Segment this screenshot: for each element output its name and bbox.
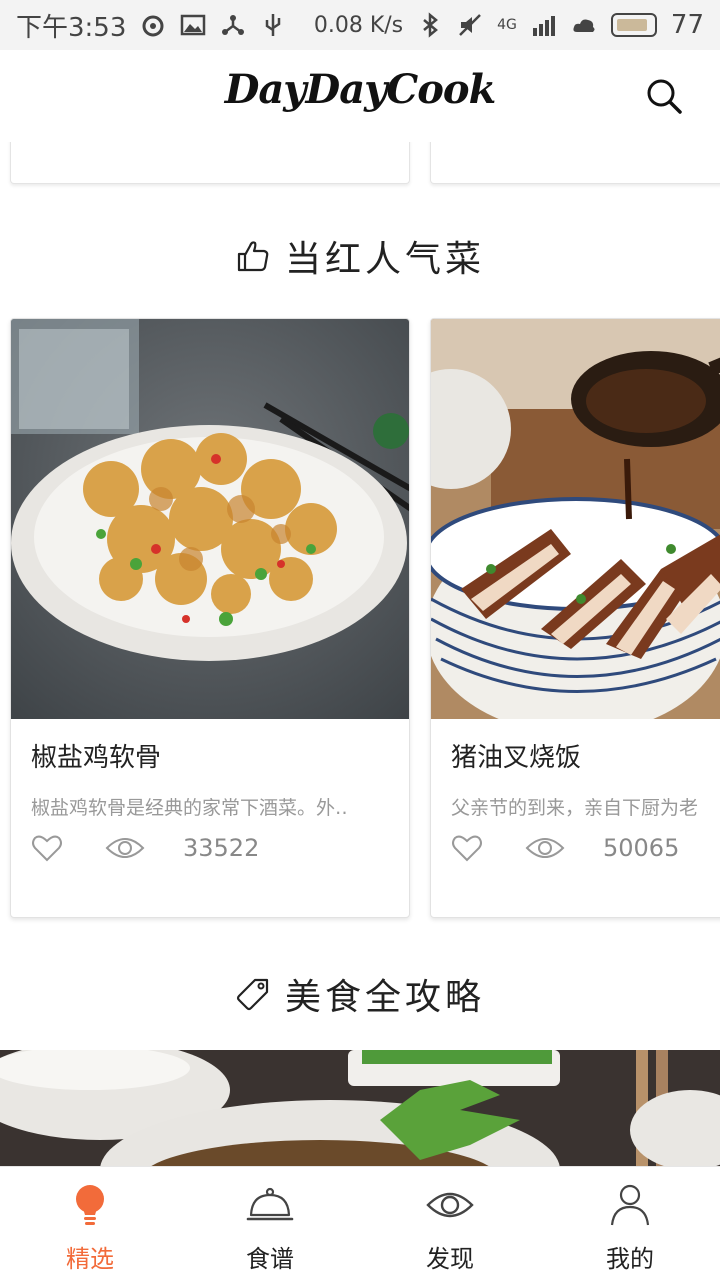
recipe-title[interactable]: 猪油叉烧饭 [451, 737, 581, 774]
tab-featured[interactable]: 精选 [0, 1167, 180, 1280]
section-guide-header: 美食全攻略 [0, 968, 720, 1020]
cloud-icon [573, 19, 595, 32]
recipe-stats: 33522 [31, 833, 259, 863]
eye-icon [105, 838, 145, 858]
heart-icon[interactable] [31, 833, 63, 863]
heart-icon[interactable] [451, 833, 483, 863]
recipe-title[interactable]: 椒盐鸡软骨 [31, 737, 161, 774]
image-icon [181, 14, 206, 36]
recipe-card[interactable]: 椒盐鸡软骨 椒盐鸡软骨是经典的家常下酒菜。外‥ 33522 [10, 318, 410, 918]
guide-banner-image[interactable] [0, 1050, 720, 1166]
content-feed[interactable]: 当红人气菜 椒盐鸡软骨 椒盐鸡软骨是经典的家常下酒菜。外‥ 33522 猪油叉烧… [0, 142, 720, 1166]
status-time: 下午3:53 [16, 12, 127, 43]
share-icon [222, 15, 245, 35]
bottom-tab-bar: 精选 食谱 发现 我的 [0, 1166, 720, 1280]
section-title: 美食全攻略 [284, 977, 485, 1018]
recipe-card[interactable]: 猪油叉烧饭 父亲节的到来，亲自下厨为老 50065 [430, 318, 720, 918]
usb-icon [266, 14, 281, 36]
tag-icon [236, 978, 269, 1011]
recipe-image[interactable] [431, 319, 720, 719]
eye-icon [525, 838, 565, 858]
tab-recipes[interactable]: 食谱 [180, 1167, 360, 1280]
search-icon[interactable] [644, 76, 684, 116]
bluetooth-icon [423, 12, 439, 38]
view-count: 33522 [183, 834, 260, 862]
app-logo: DayDayCook [224, 66, 497, 113]
tab-label: 食谱 [246, 1245, 294, 1273]
signal-icon [532, 16, 555, 36]
recipe-description: 父亲节的到来，亲自下厨为老 [451, 797, 699, 819]
tab-discover[interactable]: 发现 [360, 1167, 540, 1280]
battery-level: 77 [670, 10, 704, 40]
view-count: 50065 [603, 834, 680, 862]
status-bar: 下午3:53 0.08 K/s 4G 77 [0, 0, 720, 50]
previous-card[interactable] [430, 142, 720, 184]
section-title: 当红人气菜 [284, 239, 485, 280]
previous-card[interactable] [10, 142, 410, 184]
cloche-icon [246, 1187, 294, 1221]
network-speed: 0.08 K/s [313, 12, 404, 38]
weibo-icon [142, 15, 164, 37]
tab-profile[interactable]: 我的 [540, 1167, 720, 1280]
tab-label: 发现 [426, 1245, 474, 1273]
app-header: DayDayCook [0, 50, 720, 142]
recipe-description: 椒盐鸡软骨是经典的家常下酒菜。外‥ [31, 797, 348, 819]
recipe-image[interactable] [11, 319, 409, 719]
thumbs-up-icon [237, 241, 269, 272]
mute-icon [459, 14, 482, 36]
person-icon [610, 1184, 650, 1226]
eye-icon [426, 1192, 474, 1218]
lightbulb-icon [76, 1185, 104, 1225]
recipe-stats: 50065 [451, 833, 679, 863]
signal-label: 4G [497, 17, 517, 33]
section-popular-header: 当红人气菜 [0, 230, 720, 282]
battery-icon [610, 13, 657, 37]
tab-label: 我的 [606, 1245, 654, 1273]
tab-label: 精选 [66, 1245, 114, 1273]
